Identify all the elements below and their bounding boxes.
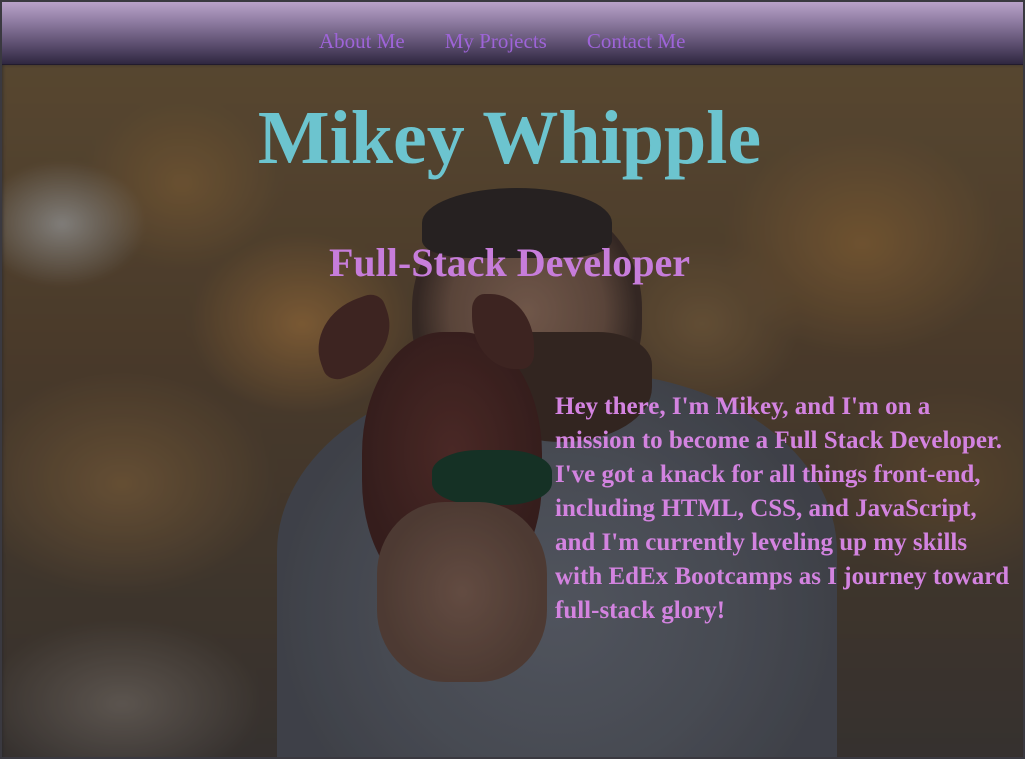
page: About Me My Projects Contact Me Mikey Wh…	[0, 0, 1025, 759]
nav-links: About Me My Projects Contact Me	[319, 29, 685, 54]
page-subtitle: Full-Stack Developer	[328, 240, 691, 285]
page-title: Mikey Whipple	[257, 96, 762, 180]
nav-my-projects-link[interactable]: My Projects	[445, 29, 547, 54]
nav-contact-me-link[interactable]: Contact Me	[587, 29, 686, 54]
navbar: About Me My Projects Contact Me	[2, 2, 1023, 65]
nav-about-me-link[interactable]: About Me	[319, 29, 405, 54]
bio-paragraph: Hey there, I'm Mikey, and I'm on a missi…	[555, 393, 1010, 624]
